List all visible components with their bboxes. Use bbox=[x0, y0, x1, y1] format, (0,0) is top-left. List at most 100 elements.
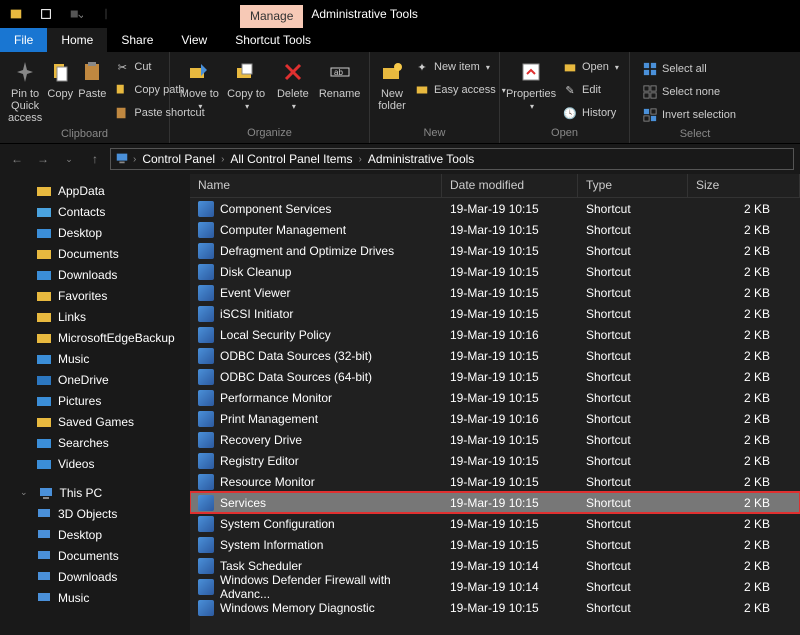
sidebar-item-label: Documents bbox=[58, 549, 119, 563]
sidebar-item[interactable]: Downloads bbox=[0, 264, 190, 285]
sidebar[interactable]: AppDataContactsDesktopDocumentsDownloads… bbox=[0, 174, 190, 635]
sidebar-item[interactable]: Music bbox=[0, 348, 190, 369]
menu-tabs: File Home Share View Shortcut Tools bbox=[0, 28, 800, 52]
folder-icon bbox=[36, 204, 52, 220]
folder-icon bbox=[36, 288, 52, 304]
file-row[interactable]: Recovery Drive19-Mar-19 10:15Shortcut2 K… bbox=[190, 429, 800, 450]
sidebar-item-label: Music bbox=[58, 591, 89, 605]
file-row[interactable]: System Information19-Mar-19 10:15Shortcu… bbox=[190, 534, 800, 555]
sidebar-this-pc[interactable]: ⌄This PC bbox=[0, 482, 190, 503]
crumb-control-panel[interactable]: Control Panel bbox=[140, 152, 217, 166]
file-name: Services bbox=[220, 496, 266, 510]
invert-selection-button[interactable]: Invert selection bbox=[638, 104, 740, 126]
file-row[interactable]: Computer Management19-Mar-19 10:15Shortc… bbox=[190, 219, 800, 240]
sidebar-item[interactable]: Desktop bbox=[0, 524, 190, 545]
file-row[interactable]: Performance Monitor19-Mar-19 10:15Shortc… bbox=[190, 387, 800, 408]
breadcrumb[interactable]: › Control Panel › All Control Panel Item… bbox=[110, 148, 794, 170]
file-row[interactable]: Event Viewer19-Mar-19 10:15Shortcut2 KB bbox=[190, 282, 800, 303]
sidebar-item[interactable]: Favorites bbox=[0, 285, 190, 306]
chevron-right-icon[interactable]: › bbox=[217, 154, 228, 165]
file-type: Shortcut bbox=[578, 496, 688, 510]
tab-view[interactable]: View bbox=[167, 28, 221, 52]
qat-icon[interactable] bbox=[32, 3, 60, 25]
new-folder-button[interactable]: New folder bbox=[376, 54, 408, 127]
chevron-right-icon[interactable]: › bbox=[354, 154, 365, 165]
tab-home[interactable]: Home bbox=[47, 28, 107, 52]
crumb-admin-tools[interactable]: Administrative Tools bbox=[366, 152, 477, 166]
sidebar-item[interactable]: Documents bbox=[0, 545, 190, 566]
sidebar-item[interactable]: Documents bbox=[0, 243, 190, 264]
file-row[interactable]: Resource Monitor19-Mar-19 10:15Shortcut2… bbox=[190, 471, 800, 492]
file-row[interactable]: ODBC Data Sources (32-bit)19-Mar-19 10:1… bbox=[190, 345, 800, 366]
qat-dropdown-icon[interactable] bbox=[62, 3, 90, 25]
sidebar-item-label: Searches bbox=[58, 436, 109, 450]
chevron-right-icon[interactable]: › bbox=[129, 154, 140, 165]
file-row[interactable]: Registry Editor19-Mar-19 10:15Shortcut2 … bbox=[190, 450, 800, 471]
chevron-down-icon[interactable]: ⌄ bbox=[20, 487, 28, 498]
tab-share[interactable]: Share bbox=[107, 28, 167, 52]
file-row[interactable]: System Configuration19-Mar-19 10:15Short… bbox=[190, 513, 800, 534]
file-row[interactable]: Local Security Policy19-Mar-19 10:16Shor… bbox=[190, 324, 800, 345]
history-button[interactable]: 🕓History bbox=[558, 102, 623, 124]
select-all-button[interactable]: Select all bbox=[638, 58, 740, 80]
sidebar-item[interactable]: 3D Objects bbox=[0, 503, 190, 524]
file-list[interactable]: Component Services19-Mar-19 10:15Shortcu… bbox=[190, 198, 800, 635]
file-row[interactable]: Windows Memory Diagnostic19-Mar-19 10:15… bbox=[190, 597, 800, 618]
easy-access-button[interactable]: Easy access▾ bbox=[410, 79, 510, 101]
group-organize-label: Organize bbox=[176, 127, 363, 143]
file-row[interactable]: Windows Defender Firewall with Advanc...… bbox=[190, 576, 800, 597]
sidebar-item[interactable]: Music bbox=[0, 587, 190, 608]
file-row[interactable]: Component Services19-Mar-19 10:15Shortcu… bbox=[190, 198, 800, 219]
sidebar-item[interactable]: Videos bbox=[0, 453, 190, 474]
copy-to-button[interactable]: Copy to▾ bbox=[223, 54, 270, 127]
open-icon bbox=[562, 59, 578, 75]
file-type: Shortcut bbox=[578, 391, 688, 405]
paste-button[interactable]: Paste bbox=[76, 54, 108, 128]
copy-icon bbox=[46, 58, 74, 86]
recent-dropdown-icon[interactable]: ⌄ bbox=[58, 148, 80, 170]
open-button[interactable]: Open▾ bbox=[558, 56, 623, 78]
sidebar-item[interactable]: Pictures bbox=[0, 390, 190, 411]
file-row[interactable]: Disk Cleanup19-Mar-19 10:15Shortcut2 KB bbox=[190, 261, 800, 282]
manage-tab[interactable]: Manage bbox=[240, 5, 303, 28]
properties-button[interactable]: Properties▾ bbox=[506, 54, 556, 127]
file-row[interactable]: Services19-Mar-19 10:15Shortcut2 KB bbox=[190, 492, 800, 513]
tab-file[interactable]: File bbox=[0, 28, 47, 52]
sidebar-item[interactable]: Contacts bbox=[0, 201, 190, 222]
crumb-all-items[interactable]: All Control Panel Items bbox=[228, 152, 354, 166]
pin-quick-access-button[interactable]: Pin to Quick access bbox=[6, 54, 44, 128]
shortcut-icon bbox=[198, 432, 214, 448]
file-icon[interactable] bbox=[2, 3, 30, 25]
edit-button[interactable]: ✎Edit bbox=[558, 79, 623, 101]
file-row[interactable]: ODBC Data Sources (64-bit)19-Mar-19 10:1… bbox=[190, 366, 800, 387]
forward-button[interactable]: → bbox=[32, 148, 54, 170]
file-type: Shortcut bbox=[578, 475, 688, 489]
tab-shortcut-tools[interactable]: Shortcut Tools bbox=[221, 28, 325, 52]
sidebar-item[interactable]: Saved Games bbox=[0, 411, 190, 432]
sidebar-item[interactable]: Searches bbox=[0, 432, 190, 453]
delete-button[interactable]: Delete▾ bbox=[270, 54, 317, 127]
move-to-button[interactable]: Move to▾ bbox=[176, 54, 223, 127]
col-size[interactable]: Size bbox=[688, 174, 800, 197]
up-button[interactable]: ↑ bbox=[84, 148, 106, 170]
sidebar-item[interactable]: MicrosoftEdgeBackup bbox=[0, 327, 190, 348]
cut-icon: ✂ bbox=[114, 59, 130, 75]
file-row[interactable]: Defragment and Optimize Drives19-Mar-19 … bbox=[190, 240, 800, 261]
rename-button[interactable]: abRename bbox=[316, 54, 363, 127]
select-none-button[interactable]: Select none bbox=[638, 81, 740, 103]
back-button[interactable]: ← bbox=[6, 148, 28, 170]
file-row[interactable]: iSCSI Initiator19-Mar-19 10:15Shortcut2 … bbox=[190, 303, 800, 324]
new-item-button[interactable]: ✦New item▾ bbox=[410, 56, 510, 78]
sidebar-item[interactable]: Downloads bbox=[0, 566, 190, 587]
col-name[interactable]: Name bbox=[190, 174, 442, 197]
sidebar-item[interactable]: OneDrive bbox=[0, 369, 190, 390]
copy-button[interactable]: Copy bbox=[44, 54, 76, 128]
sidebar-item[interactable]: Links bbox=[0, 306, 190, 327]
file-name: Registry Editor bbox=[220, 454, 299, 468]
file-date: 19-Mar-19 10:15 bbox=[442, 433, 578, 447]
col-date[interactable]: Date modified bbox=[442, 174, 578, 197]
col-type[interactable]: Type bbox=[578, 174, 688, 197]
file-row[interactable]: Print Management19-Mar-19 10:16Shortcut2… bbox=[190, 408, 800, 429]
sidebar-item[interactable]: AppData bbox=[0, 180, 190, 201]
sidebar-item[interactable]: Desktop bbox=[0, 222, 190, 243]
